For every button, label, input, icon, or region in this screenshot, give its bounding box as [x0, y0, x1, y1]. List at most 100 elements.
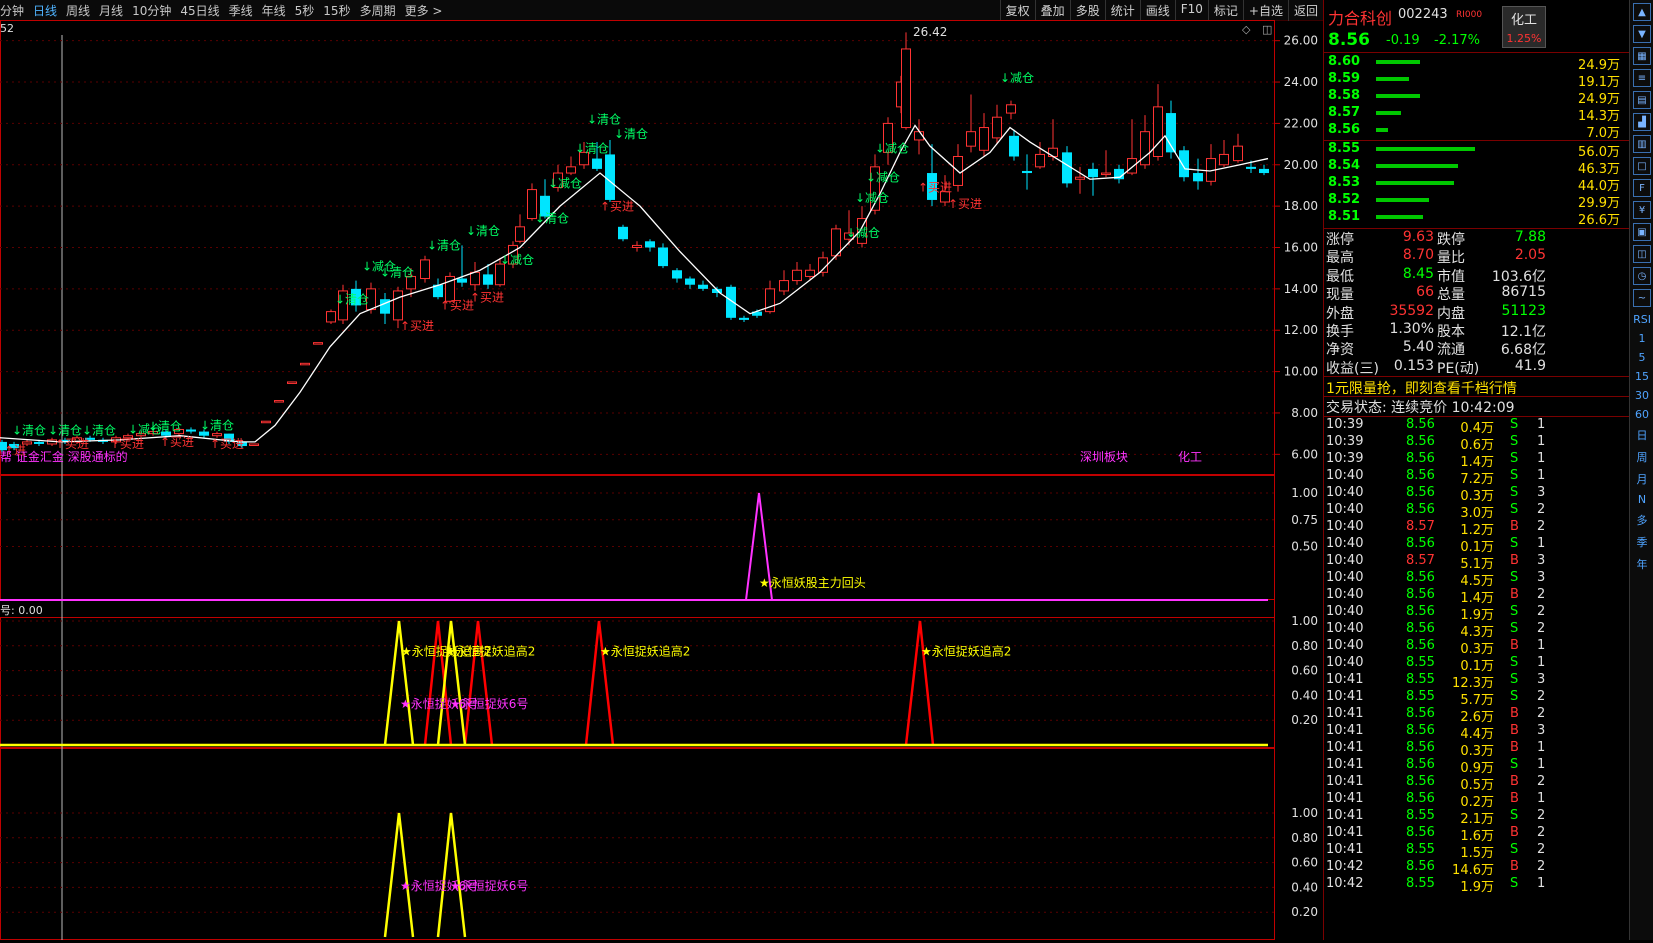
tick-count: 1	[1537, 536, 1546, 551]
diamond-icon[interactable]: ◇	[1242, 23, 1251, 36]
period-shortcut[interactable]: 多	[1630, 512, 1653, 528]
period-shortcut[interactable]: 周	[1630, 449, 1653, 465]
tick-row[interactable]: 10:40 8.56 1.4万 B 2	[1324, 587, 1630, 606]
tick-row[interactable]: 10:40 8.56 0.3万 S 3	[1324, 485, 1630, 504]
tick-row[interactable]: 10:40 8.56 0.1万 S 1	[1324, 536, 1630, 555]
tool-button[interactable]: 复权	[999, 0, 1035, 21]
period-tab[interactable]: 45日线	[180, 2, 219, 19]
book-row[interactable]: 8.59 19.1万	[1324, 71, 1630, 90]
candle-body-down	[592, 158, 602, 169]
book-row[interactable]: 8.58 24.9万	[1324, 88, 1630, 107]
tick-row[interactable]: 10:40 8.56 4.5万 S 3	[1324, 570, 1630, 589]
period-tab[interactable]: 日线	[33, 2, 57, 19]
book-row[interactable]: 8.52 29.9万	[1324, 192, 1630, 211]
tick-row[interactable]: 10:39 8.56 1.4万 S 1	[1324, 451, 1630, 470]
tick-row[interactable]: 10:41 8.56 0.2万 B 1	[1324, 791, 1630, 810]
clock-icon[interactable]: ◷	[1633, 267, 1651, 285]
fund-icon[interactable]: ◫	[1633, 245, 1651, 263]
book-volume-bar	[1376, 147, 1475, 151]
money-icon[interactable]: ¥	[1633, 201, 1651, 219]
grid-icon[interactable]: ▦	[1633, 47, 1651, 65]
period-shortcut[interactable]: 月	[1630, 471, 1653, 487]
line-chart-icon[interactable]: ~	[1633, 289, 1651, 307]
book-row[interactable]: 8.60 24.9万	[1324, 54, 1630, 73]
tick-row[interactable]: 10:41 8.55 1.5万 S 2	[1324, 842, 1630, 861]
window-icon[interactable]: ◫	[1262, 23, 1272, 36]
tick-row[interactable]: 10:41 8.56 0.5万 B 2	[1324, 774, 1630, 793]
period-shortcut[interactable]: 30	[1630, 389, 1653, 402]
tick-row[interactable]: 10:41 8.55 2.1万 S 2	[1324, 808, 1630, 827]
tool-button[interactable]: 多股	[1069, 0, 1105, 21]
period-shortcut[interactable]: 季	[1630, 534, 1653, 550]
book-row[interactable]: 8.55 56.0万	[1324, 141, 1630, 160]
period-shortcut[interactable]: 15	[1630, 370, 1653, 383]
tool-button[interactable]: 返回	[1287, 0, 1323, 21]
tick-row[interactable]: 10:39 8.56 0.4万 S 1	[1324, 417, 1630, 436]
tool-button[interactable]: +自选	[1242, 0, 1288, 21]
period-shortcut[interactable]: 5	[1630, 351, 1653, 364]
tick-row[interactable]: 10:40 8.57 1.2万 B 2	[1324, 519, 1630, 538]
doc-icon[interactable]: □	[1633, 157, 1651, 175]
period-tab[interactable]: 周线	[66, 2, 90, 19]
kline-chart-svg[interactable]: 26.00 24.00 22.00 20.00 18.00 16.00 14.00 12.00…	[0, 20, 1323, 940]
tick-row[interactable]: 10:41 8.56 0.3万 B 1	[1324, 740, 1630, 759]
period-tab[interactable]: 月线	[99, 2, 123, 19]
scroll-up-icon[interactable]: ▲	[1633, 3, 1651, 21]
table-icon[interactable]: ▤	[1633, 91, 1651, 109]
period-tab[interactable]: 季线	[229, 2, 253, 19]
period-shortcut[interactable]: 60	[1630, 408, 1653, 421]
tick-row[interactable]: 10:40 8.56 4.3万 S 2	[1324, 621, 1630, 640]
book-row[interactable]: 8.57 14.3万	[1324, 105, 1630, 124]
stat-label: 涨停	[1326, 232, 1354, 248]
tick-row[interactable]: 10:42 8.55 1.9万 S 1	[1324, 876, 1630, 895]
tick-row[interactable]: 10:41 8.55 5.7万 S 2	[1324, 689, 1630, 708]
promo-banner[interactable]: 1元限量抢，即刻查看千档行情	[1326, 378, 1517, 398]
period-tab[interactable]: 更多 >	[405, 2, 443, 19]
book-row[interactable]: 8.53 44.0万	[1324, 175, 1630, 194]
scroll-down-icon[interactable]: ▼	[1633, 25, 1651, 43]
tool-button[interactable]: 统计	[1104, 0, 1140, 21]
period-tab[interactable]: 年线	[262, 2, 286, 19]
chart-icon[interactable]: ▟	[1633, 113, 1651, 131]
tick-row[interactable]: 10:41 8.55 12.3万 S 3	[1324, 672, 1630, 691]
tick-row[interactable]: 10:39 8.56 0.6万 S 1	[1324, 434, 1630, 453]
book-row[interactable]: 8.56 7.0万	[1324, 122, 1630, 141]
tick-row[interactable]: 10:40 8.56 3.0万 S 2	[1324, 502, 1630, 521]
bar-icon[interactable]: ▥	[1633, 135, 1651, 153]
tick-row[interactable]: 10:41 8.56 2.6万 B 2	[1324, 706, 1630, 725]
tick-row[interactable]: 10:40 8.56 0.3万 B 1	[1324, 638, 1630, 657]
tool-button[interactable]: 画线	[1139, 0, 1175, 21]
tick-row[interactable]: 10:40 8.56 1.9万 S 2	[1324, 604, 1630, 623]
period-tab[interactable]: 多周期	[360, 2, 396, 19]
list-icon[interactable]: ≡	[1633, 69, 1651, 87]
chart-area[interactable]: 26.00 24.00 22.00 20.00 18.00 16.00 14.00 12.00…	[0, 20, 1323, 940]
tick-row[interactable]: 10:40 8.57 5.1万 B 3	[1324, 553, 1630, 572]
sector-button[interactable]: 化工 1.25%	[1502, 6, 1546, 48]
period-tab[interactable]: 10分钟	[132, 2, 171, 19]
tick-row[interactable]: 10:41 8.56 0.9万 S 1	[1324, 757, 1630, 776]
period-tab[interactable]: 5秒	[295, 2, 315, 19]
tick-count: 2	[1537, 774, 1546, 789]
tick-row[interactable]: 10:42 8.56 14.6万 B 2	[1324, 859, 1630, 878]
book-row[interactable]: 8.51 26.6万	[1324, 209, 1630, 228]
book-row[interactable]: 8.54 46.3万	[1324, 158, 1630, 177]
tick-row[interactable]: 10:40 8.56 7.2万 S 1	[1324, 468, 1630, 487]
period-shortcut[interactable]: 日	[1630, 427, 1653, 443]
stock-name[interactable]: 力合科创	[1328, 5, 1392, 29]
period-tab[interactable]: 分钟	[0, 2, 24, 19]
tick-row[interactable]: 10:40 8.55 0.1万 S 1	[1324, 655, 1630, 674]
tool-button[interactable]: 叠加	[1034, 0, 1070, 21]
period-tab[interactable]: 15秒	[323, 2, 350, 19]
stat-value: 6.68亿	[1500, 342, 1546, 359]
news-icon[interactable]: ▣	[1633, 223, 1651, 241]
period-shortcut[interactable]: RSI	[1630, 313, 1653, 326]
tick-time: 10:40	[1326, 502, 1364, 517]
tick-row[interactable]: 10:41 8.56 1.6万 B 2	[1324, 825, 1630, 844]
tool-button[interactable]: 标记	[1207, 0, 1243, 21]
period-shortcut[interactable]: N	[1630, 493, 1653, 506]
tool-button[interactable]: F10	[1174, 0, 1208, 21]
period-shortcut[interactable]: 年	[1630, 556, 1653, 572]
period-shortcut[interactable]: 1	[1630, 332, 1653, 345]
f10-icon[interactable]: F	[1633, 179, 1651, 197]
tick-row[interactable]: 10:41 8.56 4.4万 B 3	[1324, 723, 1630, 742]
